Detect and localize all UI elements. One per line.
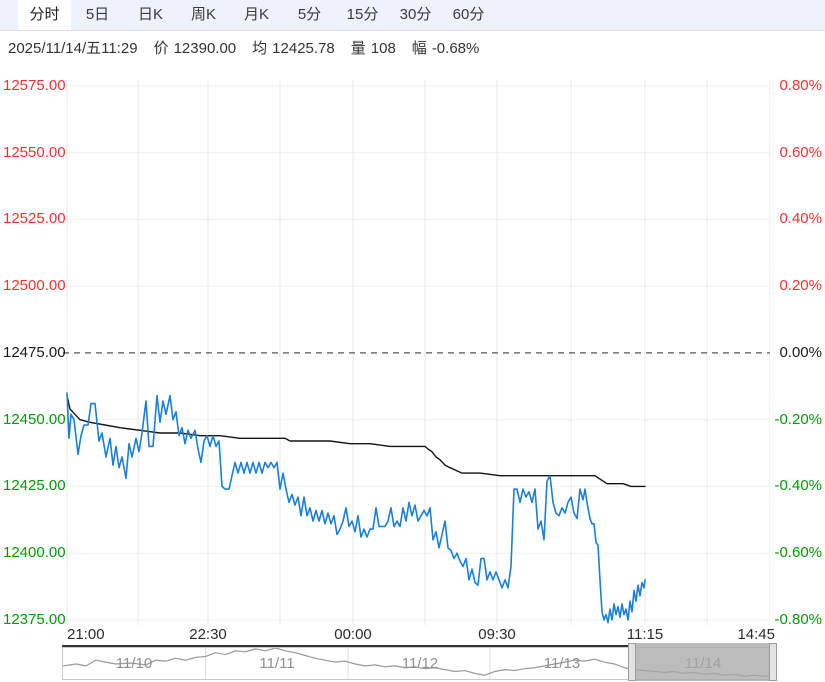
time-tick-22:30: 22:30 [189,626,227,643]
time-tick-00:00: 00:00 [334,626,372,643]
minimap-day-11/10[interactable]: 11/10 [116,655,152,672]
time-tick-14:45: 14:45 [737,626,775,643]
tab-5日[interactable]: 5日 [71,0,124,30]
minimap-day-11/12[interactable]: 11/12 [402,655,438,672]
price-tick-12375: 12375.00 [3,611,66,628]
time-tick-21:00: 21:00 [67,626,105,643]
tab-周K[interactable]: 周K [177,0,230,30]
price-value: 12390.00 [173,40,237,57]
tab-日K[interactable]: 日K [124,0,177,30]
price-tick-12450: 12450.00 [3,411,66,428]
minimap-day-11/13[interactable]: 11/13 [544,655,580,672]
percent-tick-12425: -0.40% [774,477,822,494]
quote-average: 均 12425.78 [252,37,335,58]
time-tick-11:15: 11:15 [626,626,664,643]
period-tabbar: 分时 5日 日K 周K 月K 5分 15分 30分 60分 [0,0,825,31]
price-tick-12575: 12575.00 [3,77,66,94]
time-tick-09:30: 09:30 [478,626,516,643]
percent-tick-12500: 0.20% [779,277,822,294]
price-tick-12400: 12400.00 [3,544,66,561]
price-tick-12500: 12500.00 [3,277,66,294]
chg-value: -0.68% [431,40,480,57]
percent-tick-12450: -0.20% [774,411,822,428]
vol-value: 108 [370,40,396,57]
price-label: 价 [153,40,169,57]
percent-tick-12525: 0.40% [779,210,822,227]
tab-30分[interactable]: 30分 [389,0,442,30]
navigator-selection[interactable] [628,643,777,681]
price-tick-12550: 12550.00 [3,144,66,161]
quote-infobar: 2025/11/14/五11:29 价 12390.00 均 12425.78 量1… [0,31,825,64]
percent-tick-12375: -0.80% [774,611,822,628]
price-tick-12525: 12525.00 [3,210,66,227]
percent-tick-12400: -0.60% [774,544,822,561]
price-tick-12425: 12425.00 [3,477,66,494]
minimap-day-11/11[interactable]: 11/11 [259,655,294,672]
chg-label: 幅 [411,40,427,57]
quote-price: 价 12390.00 [154,37,237,58]
tab-60分[interactable]: 60分 [442,0,495,30]
vol-label: 量 [350,40,366,57]
avg-value: 12425.78 [272,40,335,57]
price-tick-12475: 12475.00 [3,344,66,361]
price-chart-plot[interactable] [63,80,770,625]
navigator-left-handle[interactable] [628,643,636,681]
percent-tick-12575: 0.80% [779,77,822,94]
navigator-right-handle[interactable] [769,643,777,681]
quote-change: 幅 -0.68% [412,37,480,58]
intraday-chart-app: 分时 5日 日K 周K 月K 5分 15分 30分 60分 2025/11/14/五11:29 … [0,0,825,682]
tab-15分[interactable]: 15分 [336,0,389,30]
tab-月K[interactable]: 月K [230,0,283,30]
tab-分时[interactable]: 分时 [18,0,71,30]
percent-tick-12475: 0.00% [779,344,822,361]
quote-volume: 量 108 [351,37,396,58]
avg-label: 均 [252,40,268,57]
quote-datetime: 2025/11/14/五11:29 [8,40,138,57]
percent-tick-12550: 0.60% [779,144,822,161]
tab-5分[interactable]: 5分 [283,0,336,30]
